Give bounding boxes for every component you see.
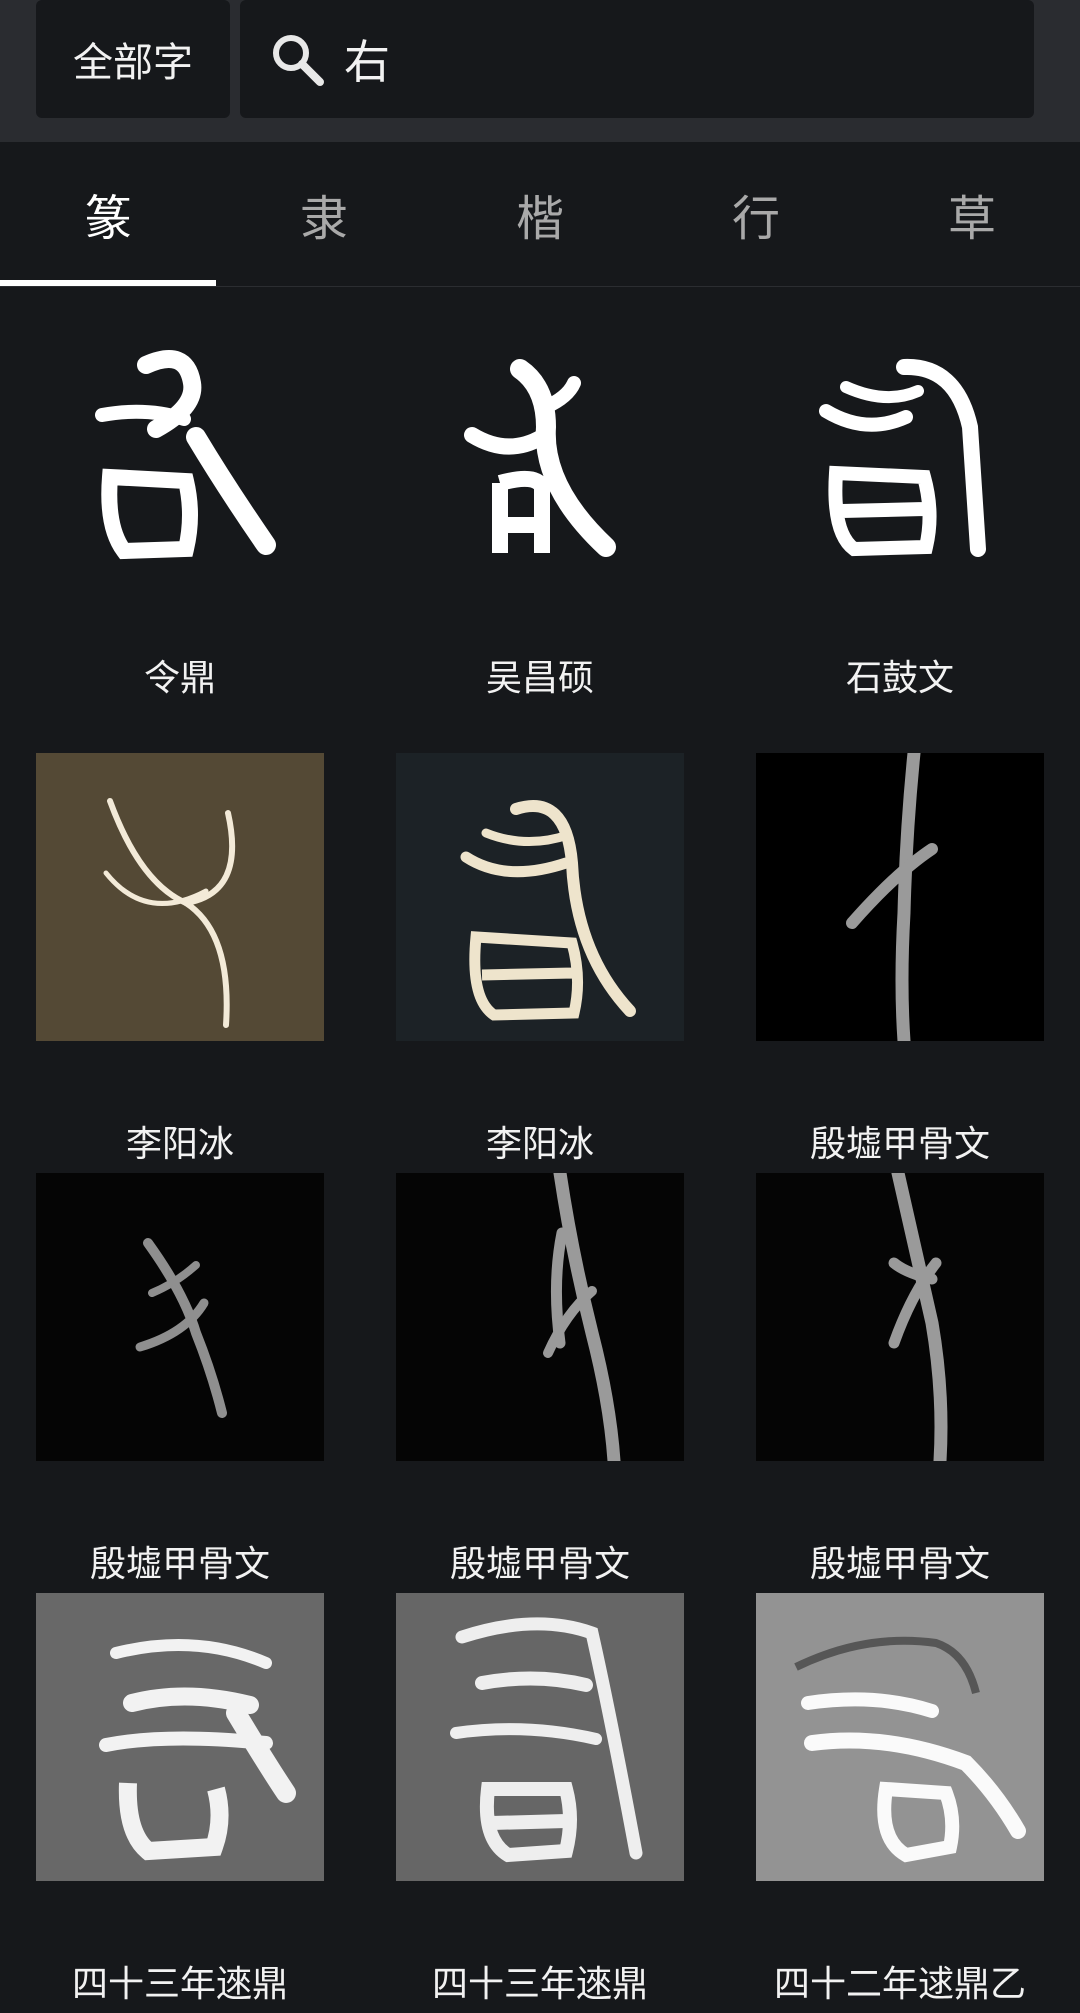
result-card[interactable]: 殷墟甲骨文 <box>36 1173 324 1593</box>
character-image <box>756 1173 1044 1461</box>
character-image <box>396 753 684 1041</box>
result-card[interactable]: 殷墟甲骨文 <box>396 1173 684 1593</box>
result-card[interactable]: 吴昌硕 <box>396 287 684 707</box>
source-label: 李阳冰 <box>125 1124 234 1165</box>
result-card[interactable]: 殷墟甲骨文 <box>756 753 1044 1173</box>
character-image <box>756 1593 1044 1881</box>
search-icon <box>266 28 328 90</box>
result-card[interactable]: 殷墟甲骨文 <box>756 1173 1044 1593</box>
result-card[interactable]: 李阳冰 <box>396 753 684 1173</box>
tab-cursive-script[interactable]: 草 <box>864 142 1080 286</box>
tab-clerical-script[interactable]: 隶 <box>216 142 432 286</box>
result-card[interactable]: 四十二年逑鼎乙 <box>756 1593 1044 2013</box>
result-card[interactable]: 李阳冰 <box>36 753 324 1173</box>
tab-seal-script[interactable]: 篆 <box>0 142 216 286</box>
source-label: 四十二年逑鼎乙 <box>773 1964 1026 2005</box>
script-style-tabs: 篆 隶 楷 行 草 <box>0 142 1080 287</box>
source-label: 殷墟甲骨文 <box>809 1124 990 1165</box>
character-image <box>36 287 324 575</box>
source-label: 石鼓文 <box>845 658 954 699</box>
source-label: 殷墟甲骨文 <box>449 1544 630 1585</box>
character-image <box>396 1593 684 1881</box>
scope-all-characters-button[interactable]: 全部字 <box>36 0 230 118</box>
character-image <box>756 287 1044 575</box>
result-card[interactable]: 四十三年逨鼎 <box>36 1593 324 2013</box>
character-image <box>756 753 1044 1041</box>
tab-regular-script[interactable]: 楷 <box>432 142 648 286</box>
result-card[interactable]: 石鼓文 <box>756 287 1044 707</box>
search-input[interactable]: 右 <box>240 0 1034 118</box>
source-label: 令鼎 <box>143 658 216 699</box>
search-header: 全部字 右 <box>0 0 1080 142</box>
character-image <box>396 287 684 575</box>
character-image <box>36 753 324 1041</box>
character-image <box>396 1173 684 1461</box>
source-label: 殷墟甲骨文 <box>89 1544 270 1585</box>
result-card[interactable]: 令鼎 <box>36 287 324 707</box>
character-image <box>36 1173 324 1461</box>
result-card[interactable]: 四十三年逨鼎 <box>396 1593 684 2013</box>
source-label: 四十三年逨鼎 <box>431 1964 648 2005</box>
source-label: 四十三年逨鼎 <box>71 1964 288 2005</box>
source-label: 吴昌硕 <box>485 658 594 699</box>
character-image <box>36 1593 324 1881</box>
source-label: 李阳冰 <box>485 1124 594 1165</box>
source-label: 殷墟甲骨文 <box>809 1544 990 1585</box>
tab-running-script[interactable]: 行 <box>648 142 864 286</box>
search-query-text[interactable]: 右 <box>344 26 390 92</box>
